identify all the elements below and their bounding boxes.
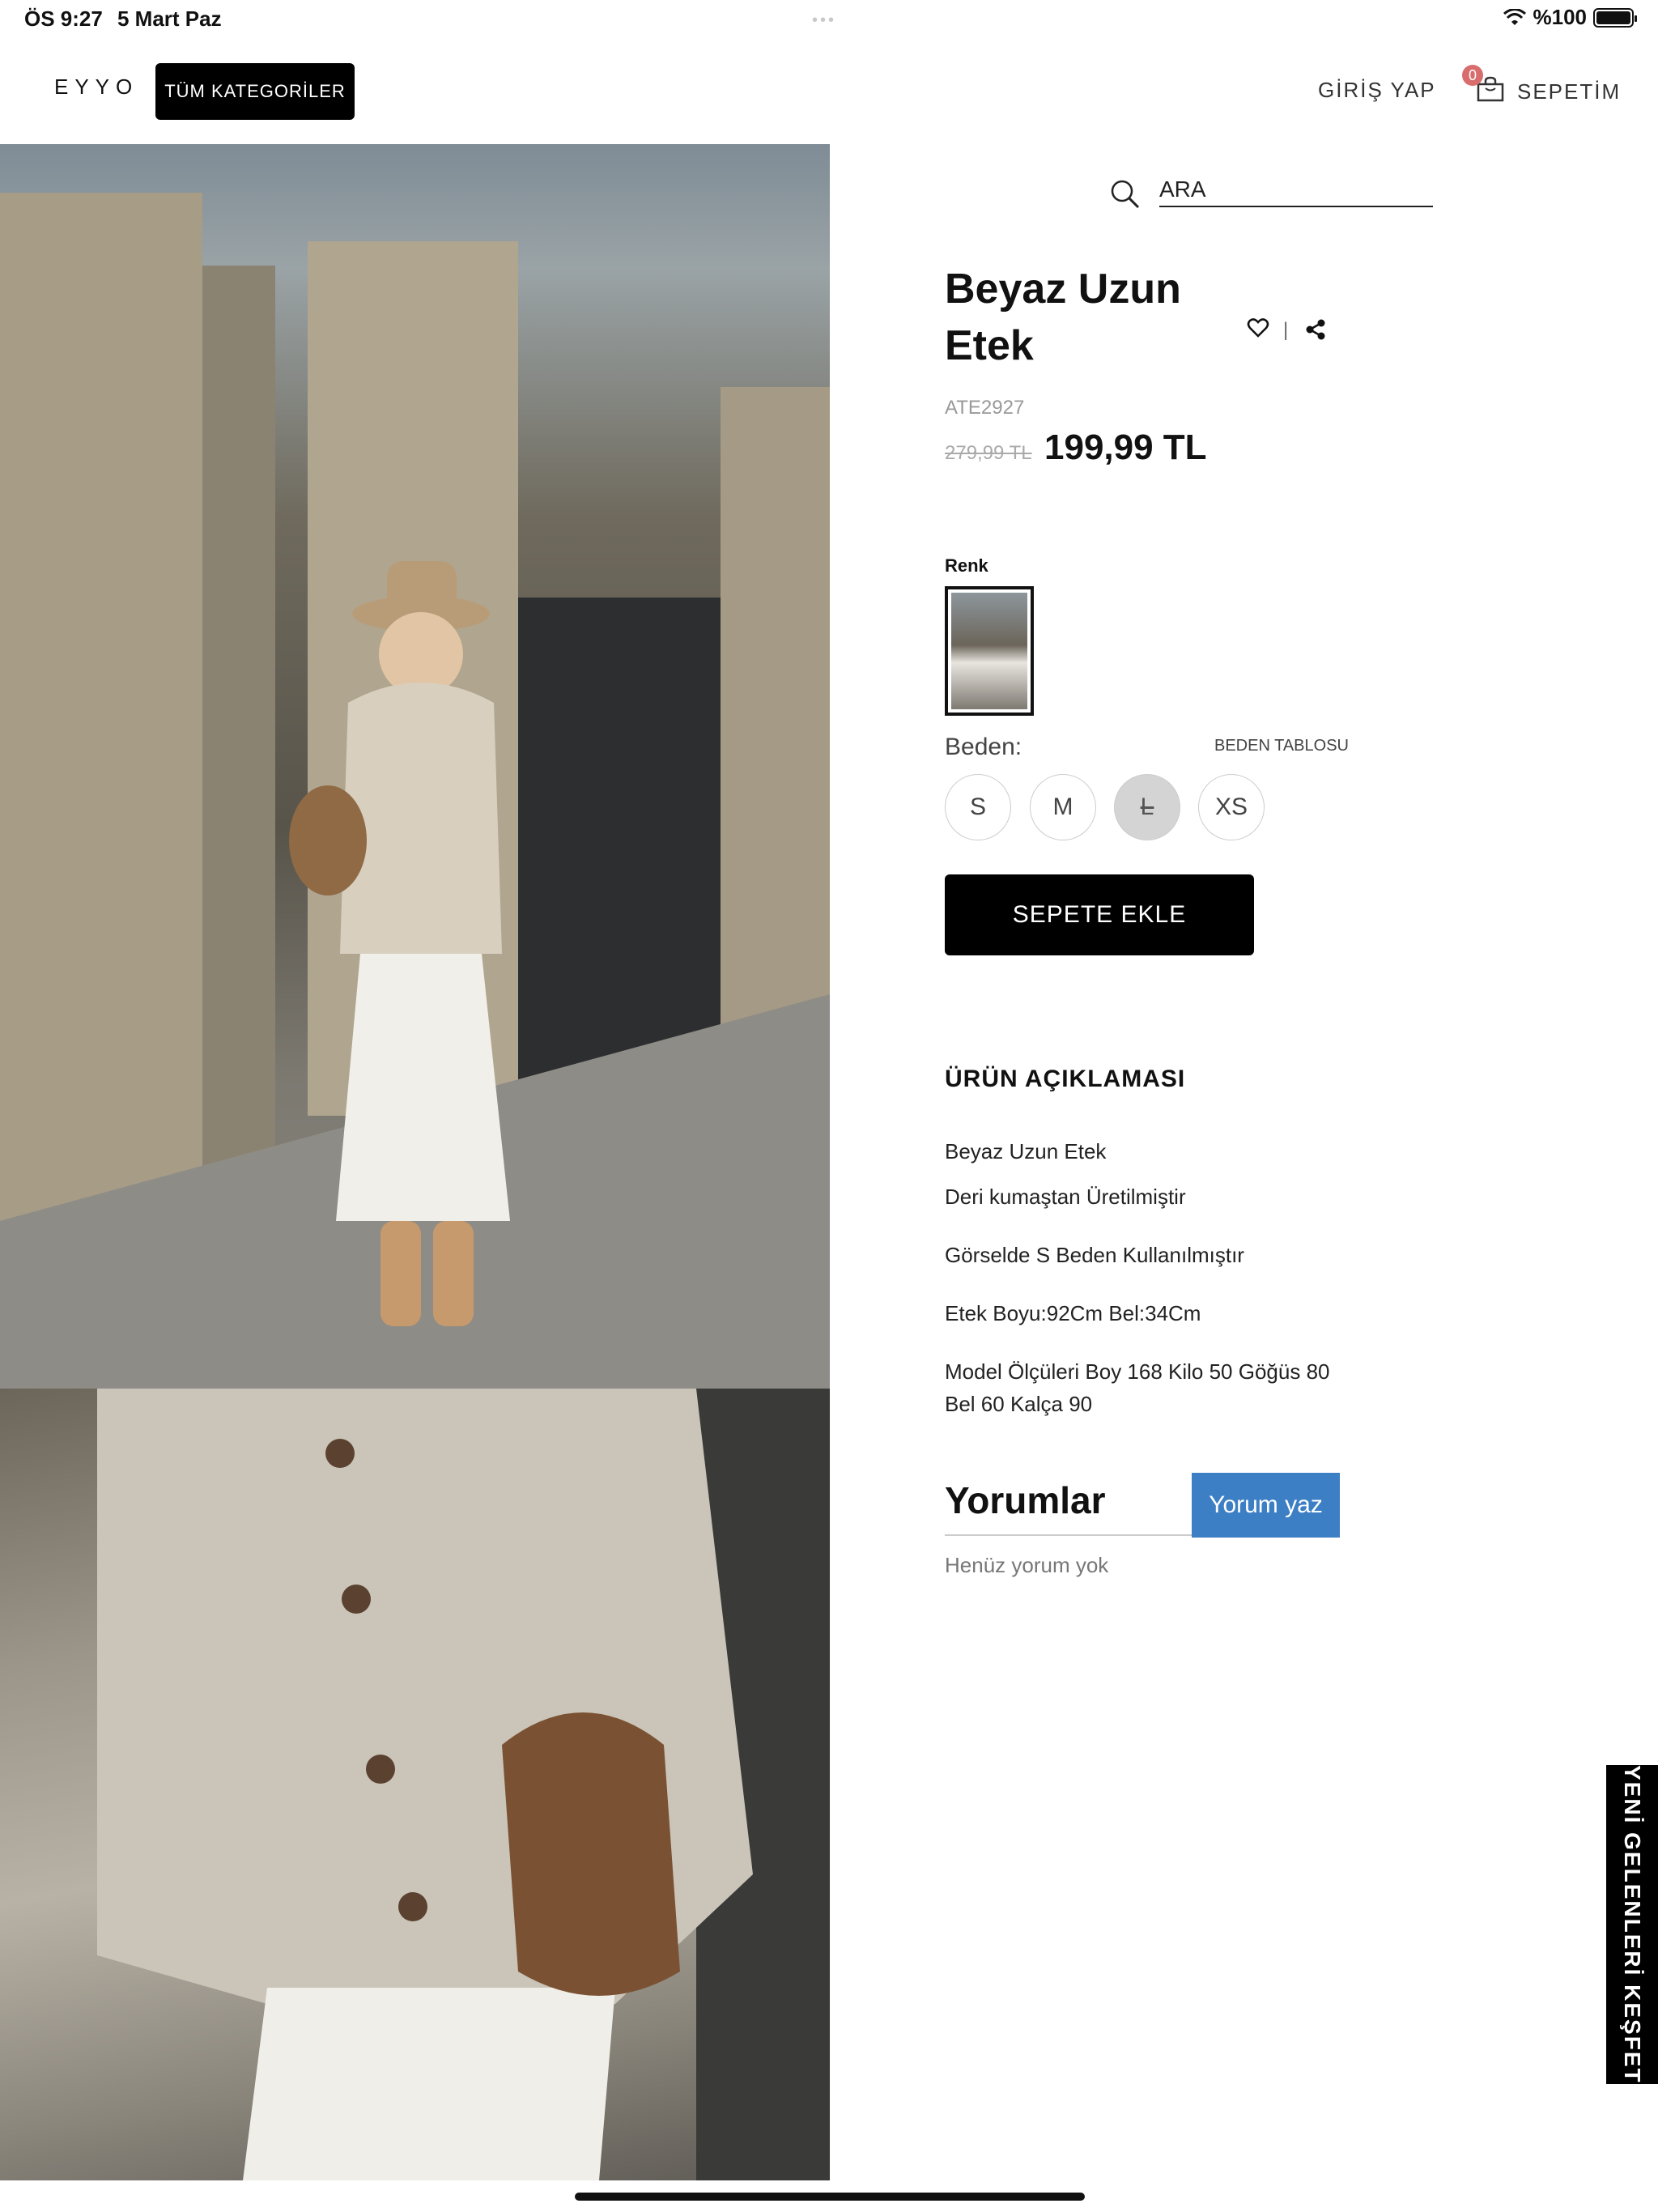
color-swatch-image xyxy=(951,593,1027,709)
reviews-underline xyxy=(945,1534,1192,1536)
all-categories-button[interactable]: TÜM KATEGORİLER xyxy=(155,63,355,120)
reviews-title: Yorumlar xyxy=(945,1479,1106,1521)
description-line: Deri kumaştan Üretilmiştir xyxy=(945,1185,1186,1209)
product-title: Beyaz Uzun Etek xyxy=(945,261,1188,374)
search-icon[interactable] xyxy=(1109,178,1141,211)
description-line: Etek Boyu:92Cm Bel:34Cm xyxy=(945,1301,1201,1325)
description-title: ÜRÜN AÇIKLAMASI xyxy=(945,1066,1186,1092)
discover-label: YENİ GELENLERİ KEŞFET xyxy=(1620,1765,1645,2084)
cart-label: SEPETİM xyxy=(1517,79,1622,104)
icon-separator: | xyxy=(1283,319,1289,341)
size-option-s[interactable]: S xyxy=(945,774,1011,840)
size-label: Beden: xyxy=(945,734,1022,760)
product-title-line-1: Beyaz Uzun xyxy=(945,266,1181,313)
product-sku: ATE2927 xyxy=(945,397,1025,419)
color-swatch[interactable] xyxy=(945,586,1034,716)
home-indicator[interactable] xyxy=(575,2193,1085,2201)
size-option-xs[interactable]: XS xyxy=(1198,774,1265,840)
brand-logo[interactable]: EYYO xyxy=(54,74,138,100)
heart-icon[interactable] xyxy=(1247,317,1269,338)
current-price: 199,99 TL xyxy=(1044,428,1207,467)
no-reviews-text: Henüz yorum yok xyxy=(945,1553,1109,1577)
size-option-m[interactable]: M xyxy=(1030,774,1096,840)
status-time: ÖS 9:27 xyxy=(24,6,103,31)
product-photo-detail-drawing xyxy=(97,1389,830,2180)
search-input[interactable] xyxy=(1159,173,1433,207)
old-price: 279,99 TL xyxy=(945,442,1032,464)
battery-percent: %100 xyxy=(1533,5,1588,29)
login-link[interactable]: GİRİŞ YAP xyxy=(1318,78,1436,103)
product-photo-detail[interactable] xyxy=(0,1389,830,2180)
product-title-line-2: Etek xyxy=(945,322,1034,369)
multitasking-dots-icon[interactable]: ••• xyxy=(812,11,836,30)
color-label: Renk xyxy=(945,555,988,576)
discover-new-arrivals-tab[interactable]: YENİ GELENLERİ KEŞFET xyxy=(1606,1765,1658,2084)
add-to-cart-button[interactable]: SEPETE EKLE xyxy=(945,874,1254,955)
battery-icon xyxy=(1593,7,1637,28)
size-table-link[interactable]: BEDEN TABLOSU xyxy=(1214,737,1349,755)
cart-button[interactable]: 0 SEPETİM xyxy=(1462,65,1619,113)
share-icon[interactable] xyxy=(1305,319,1326,340)
status-right: %100 xyxy=(1503,5,1637,30)
wifi-icon xyxy=(1503,8,1526,25)
status-date: 5 Mart Paz xyxy=(117,6,222,31)
description-line: Beyaz Uzun Etek xyxy=(945,1139,1107,1163)
write-review-button[interactable]: Yorum yaz xyxy=(1192,1473,1340,1538)
product-photo-main-drawing xyxy=(0,193,830,1389)
size-option-l-unavailable: L xyxy=(1114,774,1180,840)
description-line: Model Ölçüleri Boy 168 Kilo 50 Göğüs 80 xyxy=(945,1359,1330,1384)
description-line: Bel 60 Kalça 90 xyxy=(945,1392,1093,1416)
product-photo-main[interactable] xyxy=(0,144,830,1389)
description-line: Görselde S Beden Kullanılmıştır xyxy=(945,1243,1244,1267)
cart-count-badge: 0 xyxy=(1462,65,1483,86)
